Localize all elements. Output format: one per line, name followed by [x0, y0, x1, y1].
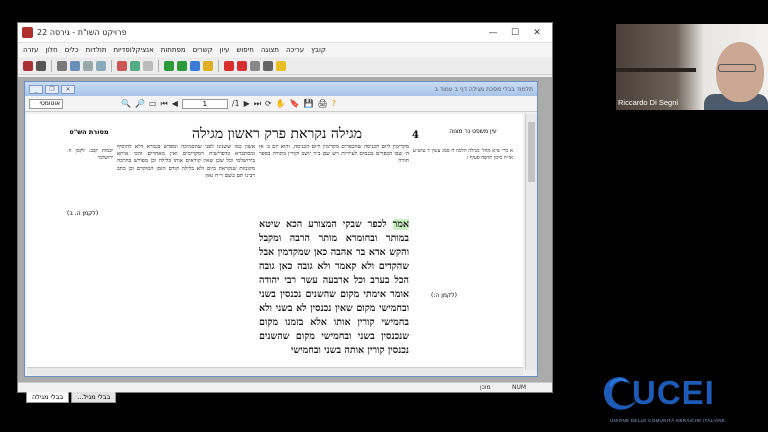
apple-icon[interactable]: [237, 60, 247, 71]
highlighted-word: אמר: [392, 219, 409, 230]
save-icon[interactable]: [250, 60, 260, 71]
vertical-scrollbar[interactable]: [525, 114, 537, 370]
document-window: תלמוד בבלי מסכת מגילה דף ב עמוד ב _ ❐ ✕ …: [24, 81, 538, 377]
copy-icon[interactable]: [70, 60, 80, 71]
app-icon: [22, 27, 33, 38]
exit-icon[interactable]: [23, 60, 33, 71]
last-page-icon[interactable]: ⏭: [254, 99, 261, 109]
first-page-icon[interactable]: ⏮: [161, 99, 168, 109]
paste-icon[interactable]: [83, 60, 93, 71]
zoom-combo[interactable]: אוטומטי: [29, 98, 63, 109]
rashi-commentary: מקדימין ליום הכניסה שהכפרים מקדימין ליום…: [259, 144, 409, 165]
page-header: מגילה נקראת פרק ראשון מגילה: [191, 126, 363, 142]
status-ready: מוכן: [480, 384, 491, 391]
window-title: פרויקט השו"ת - גירסה 22: [37, 28, 127, 37]
find-icon[interactable]: [96, 60, 106, 71]
star-icon[interactable]: [224, 60, 234, 71]
doc-restore-button[interactable]: ❐: [45, 84, 59, 94]
menubar: קובץ עריכה תצוגה חיפוש עיון קשרים מפתחות…: [18, 43, 552, 57]
open-icon[interactable]: [36, 60, 46, 71]
minimize-button[interactable]: —: [482, 28, 504, 38]
menu-study[interactable]: עיון: [220, 46, 230, 54]
logo-tagline: UNIONE DELLE COMUNITÀ EBRAICHE ITALIANE: [610, 418, 726, 423]
tosafot-commentary: אשון כמו ששנינו לפני שהסמיכה ומפרש בגמרא…: [117, 144, 255, 179]
statusbar: מוכן NUM: [18, 382, 552, 392]
menu-edit[interactable]: עריכה: [286, 46, 304, 54]
gemara-text-body: לכפר שבקי המצורע הכא שיטא במותר ובחומרא …: [259, 219, 409, 356]
menu-window[interactable]: חלון: [45, 46, 57, 54]
bookshelf: [616, 68, 696, 72]
app-window: פרויקט השו"ת - גירסה 22 — ☐ ✕ קובץ עריכה…: [17, 22, 553, 403]
document-title: תלמוד בבלי מסכת מגילה דף ב עמוד ב: [434, 85, 533, 93]
doc-minimize-button[interactable]: _: [29, 84, 43, 94]
ucei-logo: UCEI UNIONE DELLE COMUNITÀ EBRAICHE ITAL…: [600, 368, 760, 428]
ein-mishpat-notes: א מיי׳ פ״א מהל׳ מגילה הלכה ח סמג עשין ד …: [413, 148, 513, 161]
back-icon[interactable]: [164, 60, 174, 71]
logo-name: UCEI: [632, 374, 715, 411]
participant-head: [716, 42, 764, 102]
forward-icon[interactable]: [177, 60, 187, 71]
menu-help[interactable]: עזרה: [23, 46, 38, 54]
ein-mishpat-title: עין משפט נר מצוה: [449, 128, 497, 135]
scroll-thumb[interactable]: [528, 122, 535, 182]
menu-tools[interactable]: כלים: [65, 46, 79, 54]
fit-page-icon[interactable]: ▭: [149, 99, 157, 108]
participant-name: Riccardo Di Segni: [618, 98, 679, 107]
doc-close-button[interactable]: ✕: [61, 84, 75, 94]
cross-ref-right: (לקמן ה:): [431, 292, 457, 299]
home-icon[interactable]: [190, 60, 200, 71]
print-page-icon[interactable]: 🖨: [318, 99, 328, 108]
horizontal-scrollbar[interactable]: [27, 367, 523, 375]
mesorah-notes: יבמות קכב. לקמן ה. ירושלמי: [67, 148, 113, 161]
tab-bavli-megillah[interactable]: בבלי מגילה: [26, 391, 70, 403]
participant-glasses: [718, 64, 756, 72]
settings-icon[interactable]: [263, 60, 273, 71]
close-button[interactable]: ✕: [526, 28, 548, 38]
menu-file[interactable]: קובץ: [311, 46, 326, 54]
hand-tool-icon[interactable]: ✋: [276, 99, 286, 108]
cross-ref-left: (לקמן ה. ב): [67, 210, 99, 217]
gemara-main-text: אמר לכפר שבקי המצורע הכא שיטא במותר ובחו…: [259, 218, 409, 366]
next-page-icon[interactable]: ▶: [244, 99, 250, 108]
tab-bavli-megillah-2[interactable]: בבלי מגיל...: [71, 391, 117, 403]
titlebar[interactable]: פרויקט השו"ת - גירסה 22 — ☐ ✕: [18, 23, 552, 43]
menu-view[interactable]: תצוגה: [261, 46, 279, 54]
menu-indexes[interactable]: מפתחות: [161, 46, 186, 54]
help-page-icon[interactable]: ?: [332, 99, 336, 108]
note-icon[interactable]: [130, 60, 140, 71]
bookmark-icon[interactable]: [117, 60, 127, 71]
status-num-lock: NUM: [512, 384, 527, 391]
zoom-in-icon[interactable]: 🔍: [121, 99, 131, 108]
print-icon[interactable]: [57, 60, 67, 71]
document-titlebar[interactable]: תלמוד בבלי מסכת מגילה דף ב עמוד ב _ ❐ ✕: [25, 82, 537, 96]
document-toolbar: אוטומטי 🔍 🔎 ▭ ⏮ ◀ 1 /1 ▶ ⏭ ⟳ ✋ 🔖 💾 🖨 ?: [25, 96, 537, 112]
rotate-icon[interactable]: ⟳: [265, 99, 272, 108]
menu-biographies[interactable]: תולדות: [86, 46, 107, 54]
cut-icon[interactable]: [143, 60, 153, 71]
zoom-out-icon[interactable]: 🔎: [135, 99, 145, 108]
main-toolbar: [18, 57, 552, 75]
screen: פרויקט השו"ת - גירסה 22 — ☐ ✕ קובץ עריכה…: [0, 0, 768, 432]
page-total: /1: [231, 99, 240, 108]
menu-links[interactable]: קשרים: [193, 46, 213, 54]
menu-search[interactable]: חיפוש: [236, 46, 253, 54]
prev-page-icon[interactable]: ◀: [172, 99, 178, 108]
save-page-icon[interactable]: 💾: [304, 99, 314, 108]
bookmark-page-icon[interactable]: 🔖: [290, 99, 300, 108]
page-viewport[interactable]: מסורת הש"ס מגילה נקראת פרק ראשון מגילה 4…: [27, 114, 523, 370]
page-number: 4: [412, 130, 419, 141]
help-icon[interactable]: [276, 60, 286, 71]
document-tabs: בבלי מגילה בבלי מגיל...: [26, 391, 117, 403]
lock-icon[interactable]: [203, 60, 213, 71]
mdi-area: תלמוד בבלי מסכת מגילה דף ב עמוד ב _ ❐ ✕ …: [18, 77, 552, 389]
menu-encyclopedias[interactable]: אנציקלופדיות: [113, 46, 153, 54]
mesorah-title: מסורת הש"ס: [69, 128, 109, 136]
maximize-button[interactable]: ☐: [504, 28, 526, 38]
page-number-field[interactable]: 1: [181, 98, 228, 109]
